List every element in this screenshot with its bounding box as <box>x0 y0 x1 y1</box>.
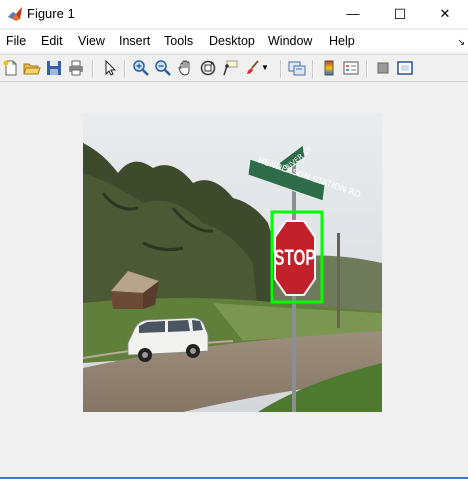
image-axes[interactable]: RIVER ST HENDERSON STATION RD STOP <box>83 113 382 412</box>
toolbar-separator <box>366 60 368 78</box>
rotate-3d-icon[interactable] <box>199 59 217 77</box>
title-bar[interactable]: Figure 1 — ☐ ✕ <box>0 0 468 28</box>
menu-desktop[interactable]: Desktop <box>209 34 255 48</box>
hide-plot-tools-icon[interactable] <box>374 59 392 77</box>
menu-edit[interactable]: Edit <box>41 34 63 48</box>
figure-window: Figure 1 — ☐ ✕ File Edit View Insert Too… <box>0 0 468 479</box>
zoom-in-icon[interactable] <box>132 59 150 77</box>
link-plot-icon[interactable] <box>288 59 306 77</box>
dock-arrow-icon[interactable]: ↘ <box>457 37 465 48</box>
close-button[interactable]: ✕ <box>422 0 468 28</box>
matlab-logo-icon <box>7 6 23 22</box>
brush-icon[interactable] <box>243 59 261 77</box>
maximize-button[interactable]: ☐ <box>377 0 423 28</box>
minimize-button[interactable]: — <box>330 0 376 28</box>
stop-sign: STOP <box>274 220 316 296</box>
menu-bar: File Edit View Insert Tools Desktop Wind… <box>0 30 468 52</box>
stop-sign-photo: RIVER ST HENDERSON STATION RD STOP <box>83 113 382 412</box>
menu-help[interactable]: Help <box>329 34 355 48</box>
show-plot-tools-icon[interactable] <box>396 59 414 77</box>
pointer-icon[interactable] <box>101 59 119 77</box>
data-cursor-icon[interactable] <box>221 59 239 77</box>
new-figure-icon[interactable] <box>2 59 20 77</box>
toolbar-separator <box>280 60 282 78</box>
menu-tools[interactable]: Tools <box>164 34 193 48</box>
zoom-out-icon[interactable] <box>154 59 172 77</box>
open-file-icon[interactable] <box>23 59 41 77</box>
save-icon[interactable] <box>45 59 63 77</box>
menu-file[interactable]: File <box>6 34 26 48</box>
svg-text:STOP: STOP <box>274 246 316 270</box>
print-icon[interactable] <box>67 59 85 77</box>
legend-icon[interactable] <box>342 59 360 77</box>
window-title: Figure 1 <box>27 6 75 21</box>
toolbar-separator <box>124 60 126 78</box>
colorbar-icon[interactable] <box>320 59 338 77</box>
menu-view[interactable]: View <box>78 34 105 48</box>
pan-hand-icon[interactable] <box>177 59 195 77</box>
menu-window[interactable]: Window <box>268 34 312 48</box>
toolbar-separator <box>92 60 94 78</box>
menu-insert[interactable]: Insert <box>119 34 150 48</box>
brush-dropdown-icon[interactable]: ▼ <box>261 59 271 77</box>
toolbar-separator <box>312 60 314 78</box>
figure-toolbar: ▼ <box>0 54 468 82</box>
